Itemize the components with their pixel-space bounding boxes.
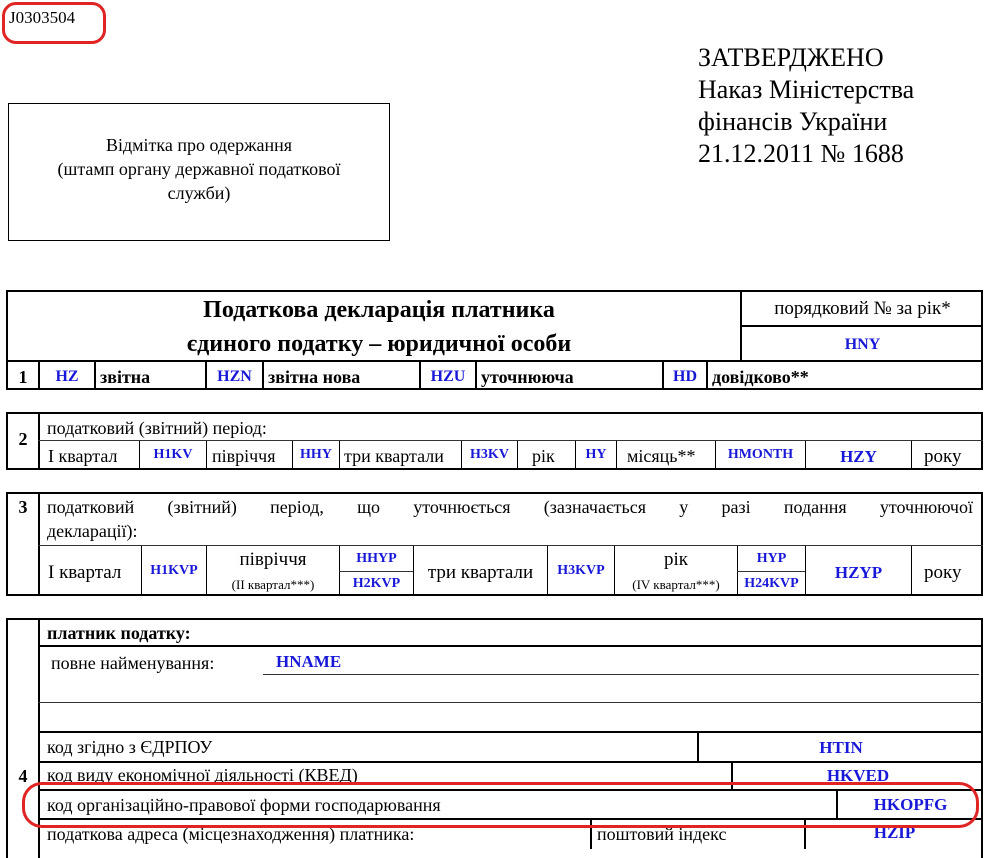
row1-number: 1 xyxy=(18,367,28,387)
report-type-label: довідково** xyxy=(712,367,809,387)
period-month-code[interactable]: HMONTH xyxy=(716,448,805,462)
clarified-period-heading: податковий (звітний) період, що уточнюєт… xyxy=(47,497,973,517)
period-q1-label: І квартал xyxy=(48,446,118,466)
clarified-half-sub: (II квартал***) xyxy=(231,577,315,592)
report-type-code[interactable]: HD xyxy=(664,369,706,385)
clarified-q3-label: три квартали xyxy=(427,562,534,583)
period-year-code[interactable]: HY xyxy=(576,448,616,462)
clarified-year-value[interactable]: HZYP xyxy=(806,564,911,581)
seq-number-label: порядковий № за рік* xyxy=(774,298,951,319)
period-q3-code[interactable]: H3KV xyxy=(462,448,517,462)
report-type-code[interactable]: HZU xyxy=(421,369,475,385)
period-half-code[interactable]: HHY xyxy=(293,448,339,462)
approval-line: ЗАТВЕРДЖЕНО xyxy=(698,43,884,72)
report-type-code[interactable]: HZN xyxy=(207,369,262,385)
row2-number: 2 xyxy=(18,429,28,449)
form-code-highlight xyxy=(2,2,106,44)
taxpayer-heading: платник податку: xyxy=(47,623,191,643)
clarified-half-code[interactable]: HHYP xyxy=(340,552,413,566)
period-year-word: року xyxy=(924,446,962,467)
form-title: Податкова декларація платника xyxy=(203,297,555,323)
approval-block: ЗАТВЕРДЖЕНО Наказ Міністерства фінансів … xyxy=(698,42,914,170)
edrpou-label: код згідно з ЄДРПОУ xyxy=(47,737,213,757)
clarified-q2-code[interactable]: H2KVP xyxy=(340,577,413,591)
period-year-value[interactable]: HZY xyxy=(806,448,911,465)
kopfg-highlight xyxy=(22,782,979,828)
clarified-q3-code[interactable]: H3KVP xyxy=(548,564,614,578)
clarified-period-heading-2: декларації): xyxy=(47,521,138,541)
clarified-half-label: півріччя xyxy=(239,549,307,570)
clarified-year-sub: (IV квартал***) xyxy=(632,577,720,592)
stamp-line: служби) xyxy=(167,183,231,203)
clarified-q1-label: І квартал xyxy=(48,562,122,583)
receipt-stamp-box: Відмітка про одержання (штамп органу дер… xyxy=(8,103,390,241)
period-half-label: півріччя xyxy=(212,446,276,466)
stamp-line: Відмітка про одержання xyxy=(105,135,293,155)
row4-number: 4 xyxy=(18,766,28,786)
clarified-year-code[interactable]: HYP xyxy=(738,552,805,566)
report-type-label: уточнююча xyxy=(481,367,574,387)
clarified-q1-code[interactable]: H1KVP xyxy=(142,564,206,578)
clarified-year-label: рік xyxy=(663,549,688,570)
clarified-q4-code[interactable]: H24KVP xyxy=(738,577,805,591)
period-month-label: місяць** xyxy=(627,446,696,466)
edrpou-field[interactable]: HTIN xyxy=(699,739,983,756)
report-type-label: звітна нова xyxy=(268,367,361,387)
form-title-line2: єдиного податку – юридичної особи xyxy=(186,331,572,357)
period-heading: податковий (звітний) період: xyxy=(47,418,267,438)
seq-number-field[interactable]: HNY xyxy=(742,337,983,353)
clarified-year-word: року xyxy=(924,562,962,583)
full-name-field[interactable]: HNAME xyxy=(276,653,341,670)
report-type-label: звітна xyxy=(100,367,151,387)
report-type-code[interactable]: HZ xyxy=(40,369,94,385)
period-year-label: рік xyxy=(532,446,555,466)
approval-line: фінансів України xyxy=(698,107,888,136)
approval-line: 21.12.2011 № 1688 xyxy=(698,139,904,168)
approval-line: Наказ Міністерства xyxy=(698,75,915,104)
stamp-line: (штамп органу державної податкової xyxy=(57,159,341,179)
period-q1-code[interactable]: H1KV xyxy=(140,448,206,462)
full-name-label: повне найменування: xyxy=(51,653,215,673)
period-q3-label: три квартали xyxy=(344,446,444,466)
row3-number: 3 xyxy=(18,497,28,517)
